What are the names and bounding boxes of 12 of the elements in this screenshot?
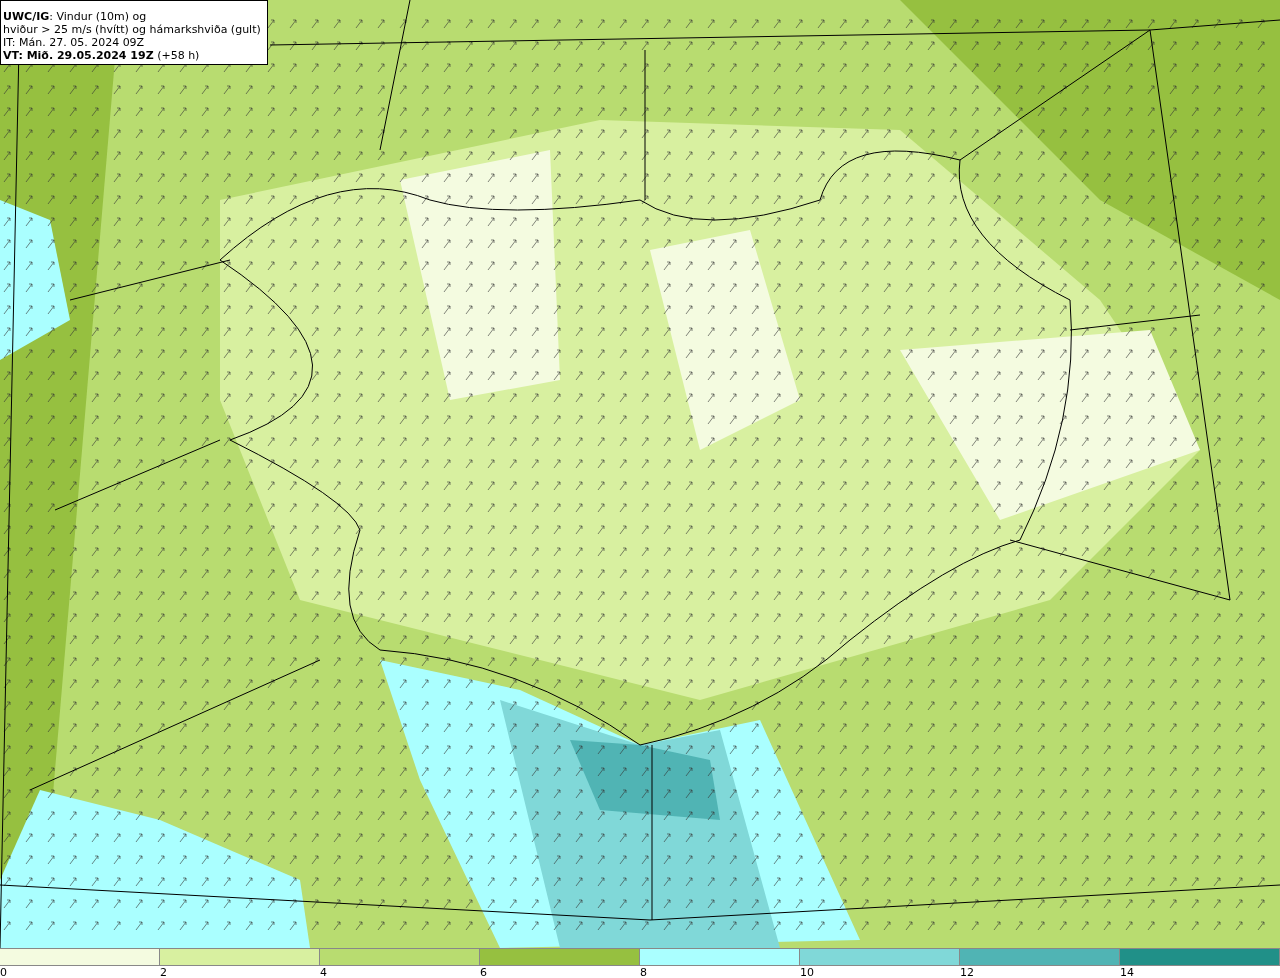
scale-label: 14 bbox=[1120, 966, 1134, 978]
scale-label: 2 bbox=[160, 966, 167, 978]
title-line: hviður > 25 m/s (hvítt) og hámarkshviða (gult) bbox=[3, 23, 262, 36]
scale-label: 6 bbox=[480, 966, 487, 978]
scale-label: 8 bbox=[640, 966, 647, 978]
title-line: UWC/IG: Vindur (10m) og bbox=[3, 10, 148, 23]
scale-label: 0 bbox=[0, 966, 7, 978]
title-line: VT: Mið. 29.05.2024 19Z (+58 h) bbox=[3, 49, 201, 62]
title-line: IT: Mán. 27. 05. 2024 09Z bbox=[3, 36, 146, 49]
scale-label: 10 bbox=[800, 966, 814, 978]
scale-label: 4 bbox=[320, 966, 327, 978]
scale-label: 12 bbox=[960, 966, 974, 978]
